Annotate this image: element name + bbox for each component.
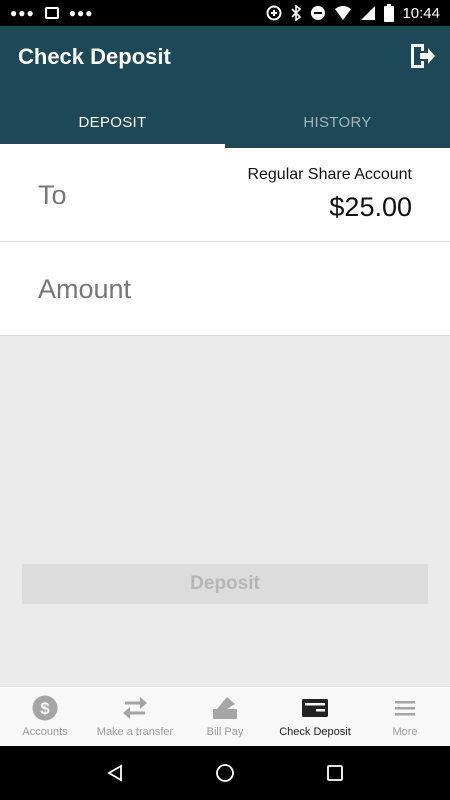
account-balance: $25.00	[329, 192, 412, 222]
recents-icon[interactable]	[326, 764, 344, 782]
status-bar: ●●● ●●● 10:44	[0, 0, 450, 26]
bottom-navigation: $ Accounts Make a transfer Bill Pay Chec…	[0, 686, 450, 746]
nav-label-accounts: Accounts	[22, 726, 68, 738]
deposit-button[interactable]: Deposit	[22, 564, 428, 604]
status-time: 10:44	[402, 4, 440, 22]
nav-item-transfer[interactable]: Make a transfer	[90, 687, 180, 746]
transfer-arrows-icon	[121, 694, 149, 722]
svg-text:$: $	[40, 699, 50, 718]
check-card-icon	[301, 694, 329, 722]
notification-dots-icon: ●●●	[68, 6, 94, 20]
notification-dots-icon: ●●●	[10, 6, 35, 20]
account-name: Regular Share Account	[247, 166, 412, 183]
cell-signal-icon	[361, 6, 376, 20]
logout-icon[interactable]	[408, 42, 436, 70]
data-saver-icon	[266, 5, 282, 21]
nav-label-check-deposit: Check Deposit	[279, 726, 351, 738]
image-notification-icon	[44, 7, 59, 19]
nav-item-check-deposit[interactable]: Check Deposit	[270, 687, 360, 746]
home-icon[interactable]	[215, 763, 235, 783]
nav-label-transfer: Make a transfer	[96, 726, 174, 738]
to-label: To	[38, 180, 67, 210]
system-navigation-bar	[0, 746, 450, 800]
tab-bar: DEPOSIT HISTORY	[0, 96, 450, 148]
nav-item-accounts[interactable]: $ Accounts	[0, 687, 90, 746]
nav-label-more: More	[392, 726, 418, 738]
dollar-circle-icon: $	[31, 694, 59, 722]
app-bar: Check Deposit DEPOSIT HISTORY	[0, 26, 450, 148]
nav-label-bill-pay: Bill Pay	[206, 726, 244, 738]
to-account-row[interactable]: To Regular Share Account $25.00	[0, 148, 450, 242]
amount-label: Amount	[38, 274, 132, 304]
tab-history[interactable]: HISTORY	[225, 96, 450, 148]
tab-deposit[interactable]: DEPOSIT	[0, 96, 225, 148]
nav-item-bill-pay[interactable]: Bill Pay	[180, 687, 270, 746]
bill-pay-icon	[211, 694, 239, 722]
menu-icon	[391, 694, 419, 722]
nav-item-more[interactable]: More	[360, 687, 450, 746]
do-not-disturb-icon	[311, 6, 326, 20]
wifi-icon	[335, 6, 352, 20]
back-icon[interactable]	[106, 764, 124, 782]
battery-icon	[384, 4, 395, 22]
page-title: Check Deposit	[18, 44, 171, 69]
amount-field[interactable]: Amount	[0, 242, 450, 336]
bluetooth-icon	[291, 5, 302, 21]
